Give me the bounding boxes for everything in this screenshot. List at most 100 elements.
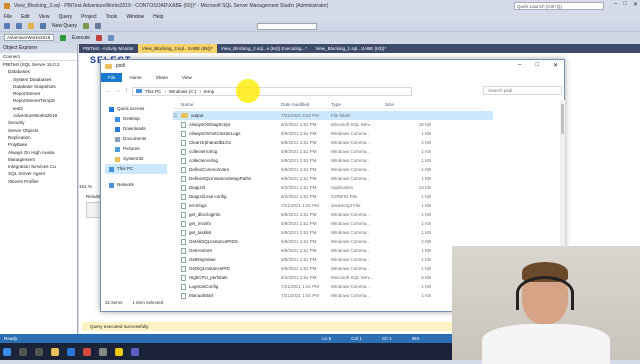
tree-item[interactable]: PBITest (SQL Server 15.0.2 [0,61,77,68]
scrollbar-thumb[interactable] [561,104,564,134]
execute-icon[interactable] [60,34,66,41]
menu-project[interactable]: Project [81,14,97,20]
address-bar[interactable]: This PC › Windows (C:) › temp [132,86,412,96]
zoom-level[interactable]: 161 % [79,184,92,189]
explorer-close-icon[interactable]: ✕ [553,62,558,69]
row-checkbox[interactable] [173,201,181,210]
tree-item[interactable]: Replication [0,134,77,141]
edge-icon[interactable] [67,347,75,356]
maximize-icon[interactable]: □ [623,1,627,8]
file-row[interactable]: DiagUtil 6/2/2021 1:51 PM Application 13 KB [173,183,493,192]
breadcrumb-temp[interactable]: temp [204,89,214,94]
solution-configurations-select[interactable] [257,22,318,30]
file-row[interactable]: LogmanConfig 7/21/2021 1:51 PM Windows Com… [173,282,493,291]
menu-view[interactable]: View [39,14,50,20]
row-checkbox[interactable] [173,165,181,174]
nav-item-downloads[interactable]: Downloads [105,124,167,134]
forward-icon[interactable] [16,23,22,29]
tree-item[interactable]: XEvent Profiler [0,178,77,185]
nav-item-desktop[interactable]: Desktop [105,114,167,124]
available-databases-select[interactable]: AdventureWorks2019 [4,34,54,41]
search-icon[interactable] [19,347,27,356]
row-checkbox[interactable] [173,138,181,147]
row-checkbox[interactable] [173,291,181,300]
explorer-maximize-icon[interactable]: □ [535,62,539,69]
quick-launch-input[interactable]: Quick Launch (Ctrl+Q) [514,2,604,10]
row-checkbox[interactable] [173,264,181,273]
minimize-icon[interactable]: – [614,1,617,8]
menu-help[interactable]: Help [153,14,163,20]
close-icon[interactable]: ✕ [633,1,638,8]
file-row[interactable]: ☑ output 7/21/2021 6:52 PM File folder [173,111,493,120]
menu-query[interactable]: Query [58,14,72,20]
row-checkbox[interactable] [173,246,181,255]
parse-icon[interactable] [108,34,115,41]
row-checkbox[interactable] [173,147,181,156]
row-checkbox[interactable] [173,174,181,183]
file-row[interactable]: ClearOrphanedBLGs 5/8/2021 1:51 PM Windows… [173,138,493,147]
ribbon-share-tab[interactable]: Share [149,73,175,82]
ribbon-home-tab[interactable]: Home [122,73,148,82]
row-checkbox[interactable] [173,282,181,291]
menu-window[interactable]: Window [126,14,144,20]
row-checkbox[interactable] [173,129,181,138]
analysis-query-icon[interactable] [95,23,102,29]
tree-item[interactable]: PolyBase [0,141,77,148]
file-row[interactable]: HighCPU_perfstats 6/2/2021 1:51 PM Microso… [173,273,493,282]
file-row[interactable]: get_tasklist 5/8/2021 1:51 PM Windows Comm… [173,228,493,237]
ribbon-file-tab[interactable]: File [101,73,123,82]
tree-item[interactable]: Server Objects [0,127,77,134]
nav-item-pictures[interactable]: Pictures [105,144,167,154]
ssms-taskbar-icon[interactable] [99,347,107,356]
row-checkbox[interactable]: ☑ [173,111,181,120]
row-checkbox[interactable] [173,210,181,219]
tree-item[interactable]: ReportServer [0,90,77,97]
tree-item[interactable]: Always On High Availa [0,149,77,156]
row-checkbox[interactable] [173,237,181,246]
power-bi-icon[interactable] [115,347,123,356]
menu-edit[interactable]: Edit [21,14,30,20]
cancel-query-icon[interactable] [96,34,103,41]
tree-item[interactable]: Database Snapshots [0,83,77,90]
nav-item-system32[interactable]: System32 [105,154,167,164]
back-icon[interactable] [4,23,10,29]
nav-forward-icon[interactable]: → [115,88,121,94]
file-explorer-taskbar-icon[interactable] [51,347,59,356]
file-row[interactable]: errorlogs 7/21/2021 1:51 PM JavaScript Fil… [173,201,493,210]
row-checkbox[interactable] [173,273,181,282]
row-checkbox[interactable] [173,219,181,228]
results-tab[interactable]: Results [86,194,101,199]
column-size[interactable]: Size [385,100,431,108]
column-name[interactable]: Name [181,100,281,108]
row-checkbox[interactable] [173,192,181,201]
row-checkbox[interactable] [173,255,181,264]
file-row[interactable]: DefineSQLInstanceSetupPaths 5/8/2021 1:51… [173,174,493,183]
explorer-search-input[interactable]: Search psdi [483,86,562,95]
breadcrumb-this-pc[interactable]: This PC [145,89,161,94]
office-icon[interactable] [83,347,91,356]
tab-view-blocking-2[interactable]: View_Blocking_2.sql...e (64)) Executing.… [217,44,311,53]
open-icon[interactable] [28,23,34,29]
row-checkbox[interactable] [173,228,181,237]
nav-up-icon[interactable]: ↑ [125,88,128,94]
file-row[interactable]: GetAllSQLInstancePIDS 5/8/2021 1:51 PM Win… [173,237,493,246]
object-explorer-connect[interactable]: Connect [0,53,77,61]
row-checkbox[interactable] [173,183,181,192]
file-row[interactable]: GetSQLInstancePID 5/8/2021 1:51 PM Windows… [173,264,493,273]
file-row[interactable]: GetRegValue 5/8/2021 1:51 PM Windows Comma… [173,255,493,264]
nav-item-quick-access[interactable]: Quick access [105,104,167,114]
tree-item[interactable]: Integration Services Ca [0,163,77,170]
ribbon-view-tab[interactable]: View [175,73,199,82]
nav-item-network[interactable]: Network [105,180,167,190]
row-checkbox[interactable] [173,156,181,165]
teams-icon[interactable] [131,347,139,356]
task-view-icon[interactable] [35,347,43,356]
row-checkbox[interactable] [173,120,181,129]
file-row[interactable]: DiagUtil.exe.config 6/2/2021 1:51 PM CONFI… [173,192,493,201]
new-query-button[interactable]: New Query [52,23,77,29]
tree-item[interactable]: Databases [0,68,77,75]
nav-item-documents[interactable]: Documents [105,134,167,144]
tab-view-blocking-3[interactable]: View_Blocking_3.sql...XABE (65))* [137,44,217,53]
save-icon[interactable] [40,23,46,29]
tab-activity-monitor[interactable]: PBITest - Activity Monitor [79,44,138,53]
